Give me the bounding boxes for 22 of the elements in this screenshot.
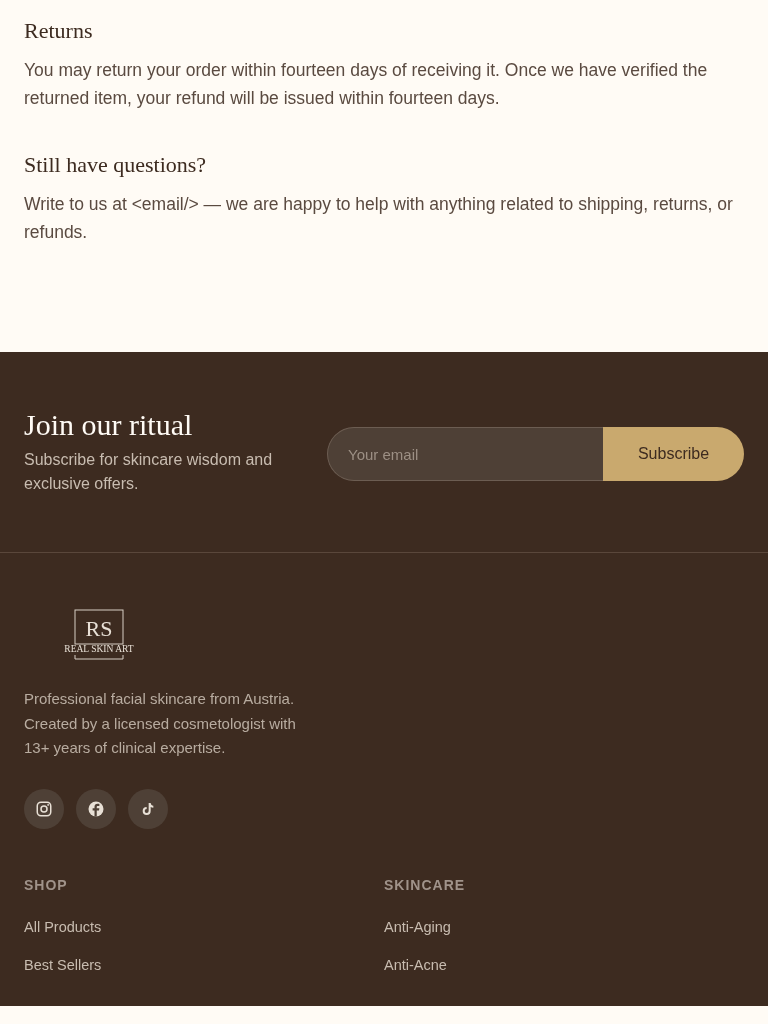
footer-link[interactable]: Anti-Acne — [384, 956, 447, 973]
tiktok-button[interactable] — [128, 788, 168, 829]
section-heading: Still have questions? — [24, 152, 208, 178]
facebook-icon — [87, 799, 105, 818]
footer-column-title: SHOP — [24, 876, 69, 893]
section-text: Write to us at <email/> — we are happy to help with anything related to shipping, returns, or refunds. — [24, 193, 734, 244]
section-heading: Returns — [24, 18, 94, 44]
brand-description: Professional facial skincare from Austria. Created by a licensed cosmetologist with 13+ years of clinical expertise. — [24, 689, 297, 758]
instagram-icon — [35, 799, 53, 818]
footer-link[interactable]: Best Sellers — [24, 956, 102, 973]
tiktok-icon — [140, 800, 156, 817]
instagram-button[interactable] — [24, 788, 64, 829]
email-field[interactable]: Your email — [327, 427, 603, 481]
facebook-button[interactable] — [76, 788, 116, 829]
footer-link[interactable]: All Products — [24, 918, 102, 935]
footer-link[interactable]: Anti-Aging — [384, 918, 451, 935]
brand-logo[interactable]: RS REAL SKIN ART — [58, 609, 138, 663]
newsletter-title: Join our ritual — [24, 408, 194, 442]
section-text: You may return your order within fourteen days of receiving it. Once we have verified the returned item, your refund will be issued within fourteen days. — [24, 59, 709, 110]
newsletter-subtitle: Subscribe for skincare wisdom and exclusive offers. — [24, 450, 274, 494]
subscribe-button[interactable]: Subscribe — [603, 427, 744, 481]
footer-column-title: SKINCARE — [384, 876, 467, 893]
